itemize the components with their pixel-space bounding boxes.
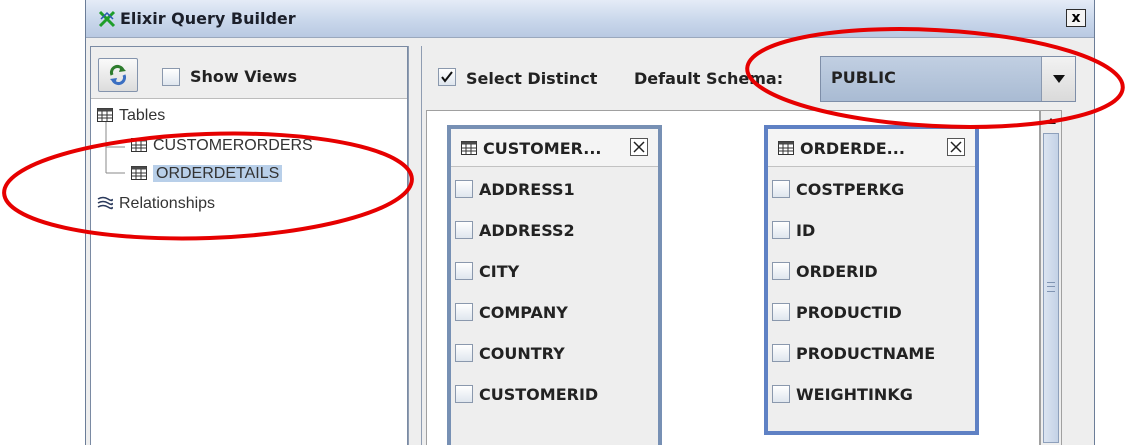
scroll-up-arrow-icon[interactable] xyxy=(1041,111,1061,131)
tables-label: Tables xyxy=(119,107,166,124)
field-row[interactable]: COMPANY xyxy=(455,296,654,337)
field-checkbox[interactable] xyxy=(455,221,473,239)
chevron-down-icon xyxy=(1052,75,1065,83)
table-box-title: ORDERDE... xyxy=(800,139,905,158)
field-list: COSTPERKG ID ORDERID PRODUCTID PRODUCTNA… xyxy=(772,173,971,419)
field-label: CUSTOMERID xyxy=(479,385,599,404)
field-row[interactable]: COSTPERKG xyxy=(772,173,971,214)
table-icon xyxy=(131,166,147,180)
table-box-header[interactable]: ORDERDE... xyxy=(768,129,975,167)
field-checkbox[interactable] xyxy=(772,385,790,403)
grip-icon xyxy=(1047,282,1055,292)
relationships-label: Relationships xyxy=(119,195,216,212)
select-distinct-label: Select Distinct xyxy=(466,69,598,88)
field-checkbox[interactable] xyxy=(772,180,790,198)
field-checkbox[interactable] xyxy=(455,180,473,198)
show-views-label: Show Views xyxy=(190,67,297,86)
query-builder-window: Elixir Query Builder x Show Views Tables… xyxy=(85,0,1095,445)
table-box-title: CUSTOMER... xyxy=(483,139,602,158)
field-row[interactable]: PRODUCTNAME xyxy=(772,337,971,378)
field-label: ID xyxy=(796,221,816,240)
field-row[interactable]: ORDERID xyxy=(772,255,971,296)
title-bar[interactable]: Elixir Query Builder x xyxy=(86,0,1094,38)
field-checkbox[interactable] xyxy=(772,221,790,239)
field-checkbox[interactable] xyxy=(772,303,790,321)
show-views-checkbox[interactable] xyxy=(162,67,180,86)
schema-tree-panel: Show Views Tables CUSTOMERORDERS ORDERDE… xyxy=(90,46,408,445)
default-schema-label: Default Schema: xyxy=(634,69,784,88)
field-checkbox[interactable] xyxy=(455,344,473,362)
relationships-icon xyxy=(97,196,113,210)
close-icon[interactable] xyxy=(947,138,965,156)
scrollbar-thumb[interactable] xyxy=(1043,133,1059,443)
default-schema-select[interactable]: PUBLIC xyxy=(820,56,1076,102)
field-row[interactable]: ID xyxy=(772,214,971,255)
tree-node-tables[interactable]: Tables xyxy=(97,107,165,125)
dropdown-button[interactable] xyxy=(1041,57,1075,101)
field-checkbox[interactable] xyxy=(455,262,473,280)
field-checkbox[interactable] xyxy=(455,303,473,321)
tree-item-label-selected: ORDERDETAILS xyxy=(153,165,283,182)
tree-item-orderdetails[interactable]: ORDERDETAILS xyxy=(131,165,283,183)
table-icon xyxy=(778,141,794,155)
table-box-orderdetails[interactable]: ORDERDE... COSTPERKG ID ORDERID PRODUCTI… xyxy=(764,125,979,435)
tree-item-label: CUSTOMERORDERS xyxy=(153,137,313,154)
vertical-scrollbar[interactable] xyxy=(1040,110,1062,445)
field-row[interactable]: ADDRESS2 xyxy=(455,214,654,255)
field-checkbox[interactable] xyxy=(772,262,790,280)
field-label: COUNTRY xyxy=(479,344,565,363)
tree-toolbar: Show Views xyxy=(91,47,407,99)
field-checkbox[interactable] xyxy=(772,344,790,362)
window-title: Elixir Query Builder xyxy=(120,9,296,28)
field-label: CITY xyxy=(479,262,520,281)
field-checkbox[interactable] xyxy=(455,385,473,403)
tree-node-relationships[interactable]: Relationships xyxy=(97,195,215,213)
field-label: ADDRESS1 xyxy=(479,180,575,199)
field-label: ORDERID xyxy=(796,262,878,281)
field-label: PRODUCTID xyxy=(796,303,902,322)
query-diagram-canvas[interactable]: CUSTOMER... ADDRESS1 ADDRESS2 CITY COMPA… xyxy=(426,110,1040,445)
split-pane-divider[interactable] xyxy=(408,46,422,445)
select-distinct-checkbox[interactable] xyxy=(438,68,456,86)
close-icon[interactable] xyxy=(630,138,648,156)
table-box-header[interactable]: CUSTOMER... xyxy=(451,129,658,167)
query-options-bar: Select Distinct Default Schema: PUBLIC xyxy=(426,50,1086,106)
table-icon xyxy=(131,138,147,152)
checkmark-icon xyxy=(441,71,453,83)
field-label: COSTPERKG xyxy=(796,180,905,199)
field-label: PRODUCTNAME xyxy=(796,344,936,363)
field-row[interactable]: PRODUCTID xyxy=(772,296,971,337)
default-schema-value: PUBLIC xyxy=(831,68,896,87)
refresh-icon xyxy=(109,64,127,86)
table-icon xyxy=(461,141,477,155)
table-box-customer[interactable]: CUSTOMER... ADDRESS1 ADDRESS2 CITY COMPA… xyxy=(447,125,662,445)
field-row[interactable]: COUNTRY xyxy=(455,337,654,378)
elixir-app-icon xyxy=(98,10,116,28)
field-row[interactable]: CITY xyxy=(455,255,654,296)
field-row[interactable]: CUSTOMERID xyxy=(455,378,654,419)
field-list: ADDRESS1 ADDRESS2 CITY COMPANY COUNTRY C… xyxy=(455,173,654,419)
window-close-button[interactable]: x xyxy=(1066,9,1086,27)
field-label: COMPANY xyxy=(479,303,568,322)
field-label: WEIGHTINKG xyxy=(796,385,913,404)
tables-icon xyxy=(97,108,113,122)
field-row[interactable]: ADDRESS1 xyxy=(455,173,654,214)
field-label: ADDRESS2 xyxy=(479,221,575,240)
refresh-button[interactable] xyxy=(98,58,138,92)
tree-item-customerorders[interactable]: CUSTOMERORDERS xyxy=(131,137,313,155)
field-row[interactable]: WEIGHTINKG xyxy=(772,378,971,419)
